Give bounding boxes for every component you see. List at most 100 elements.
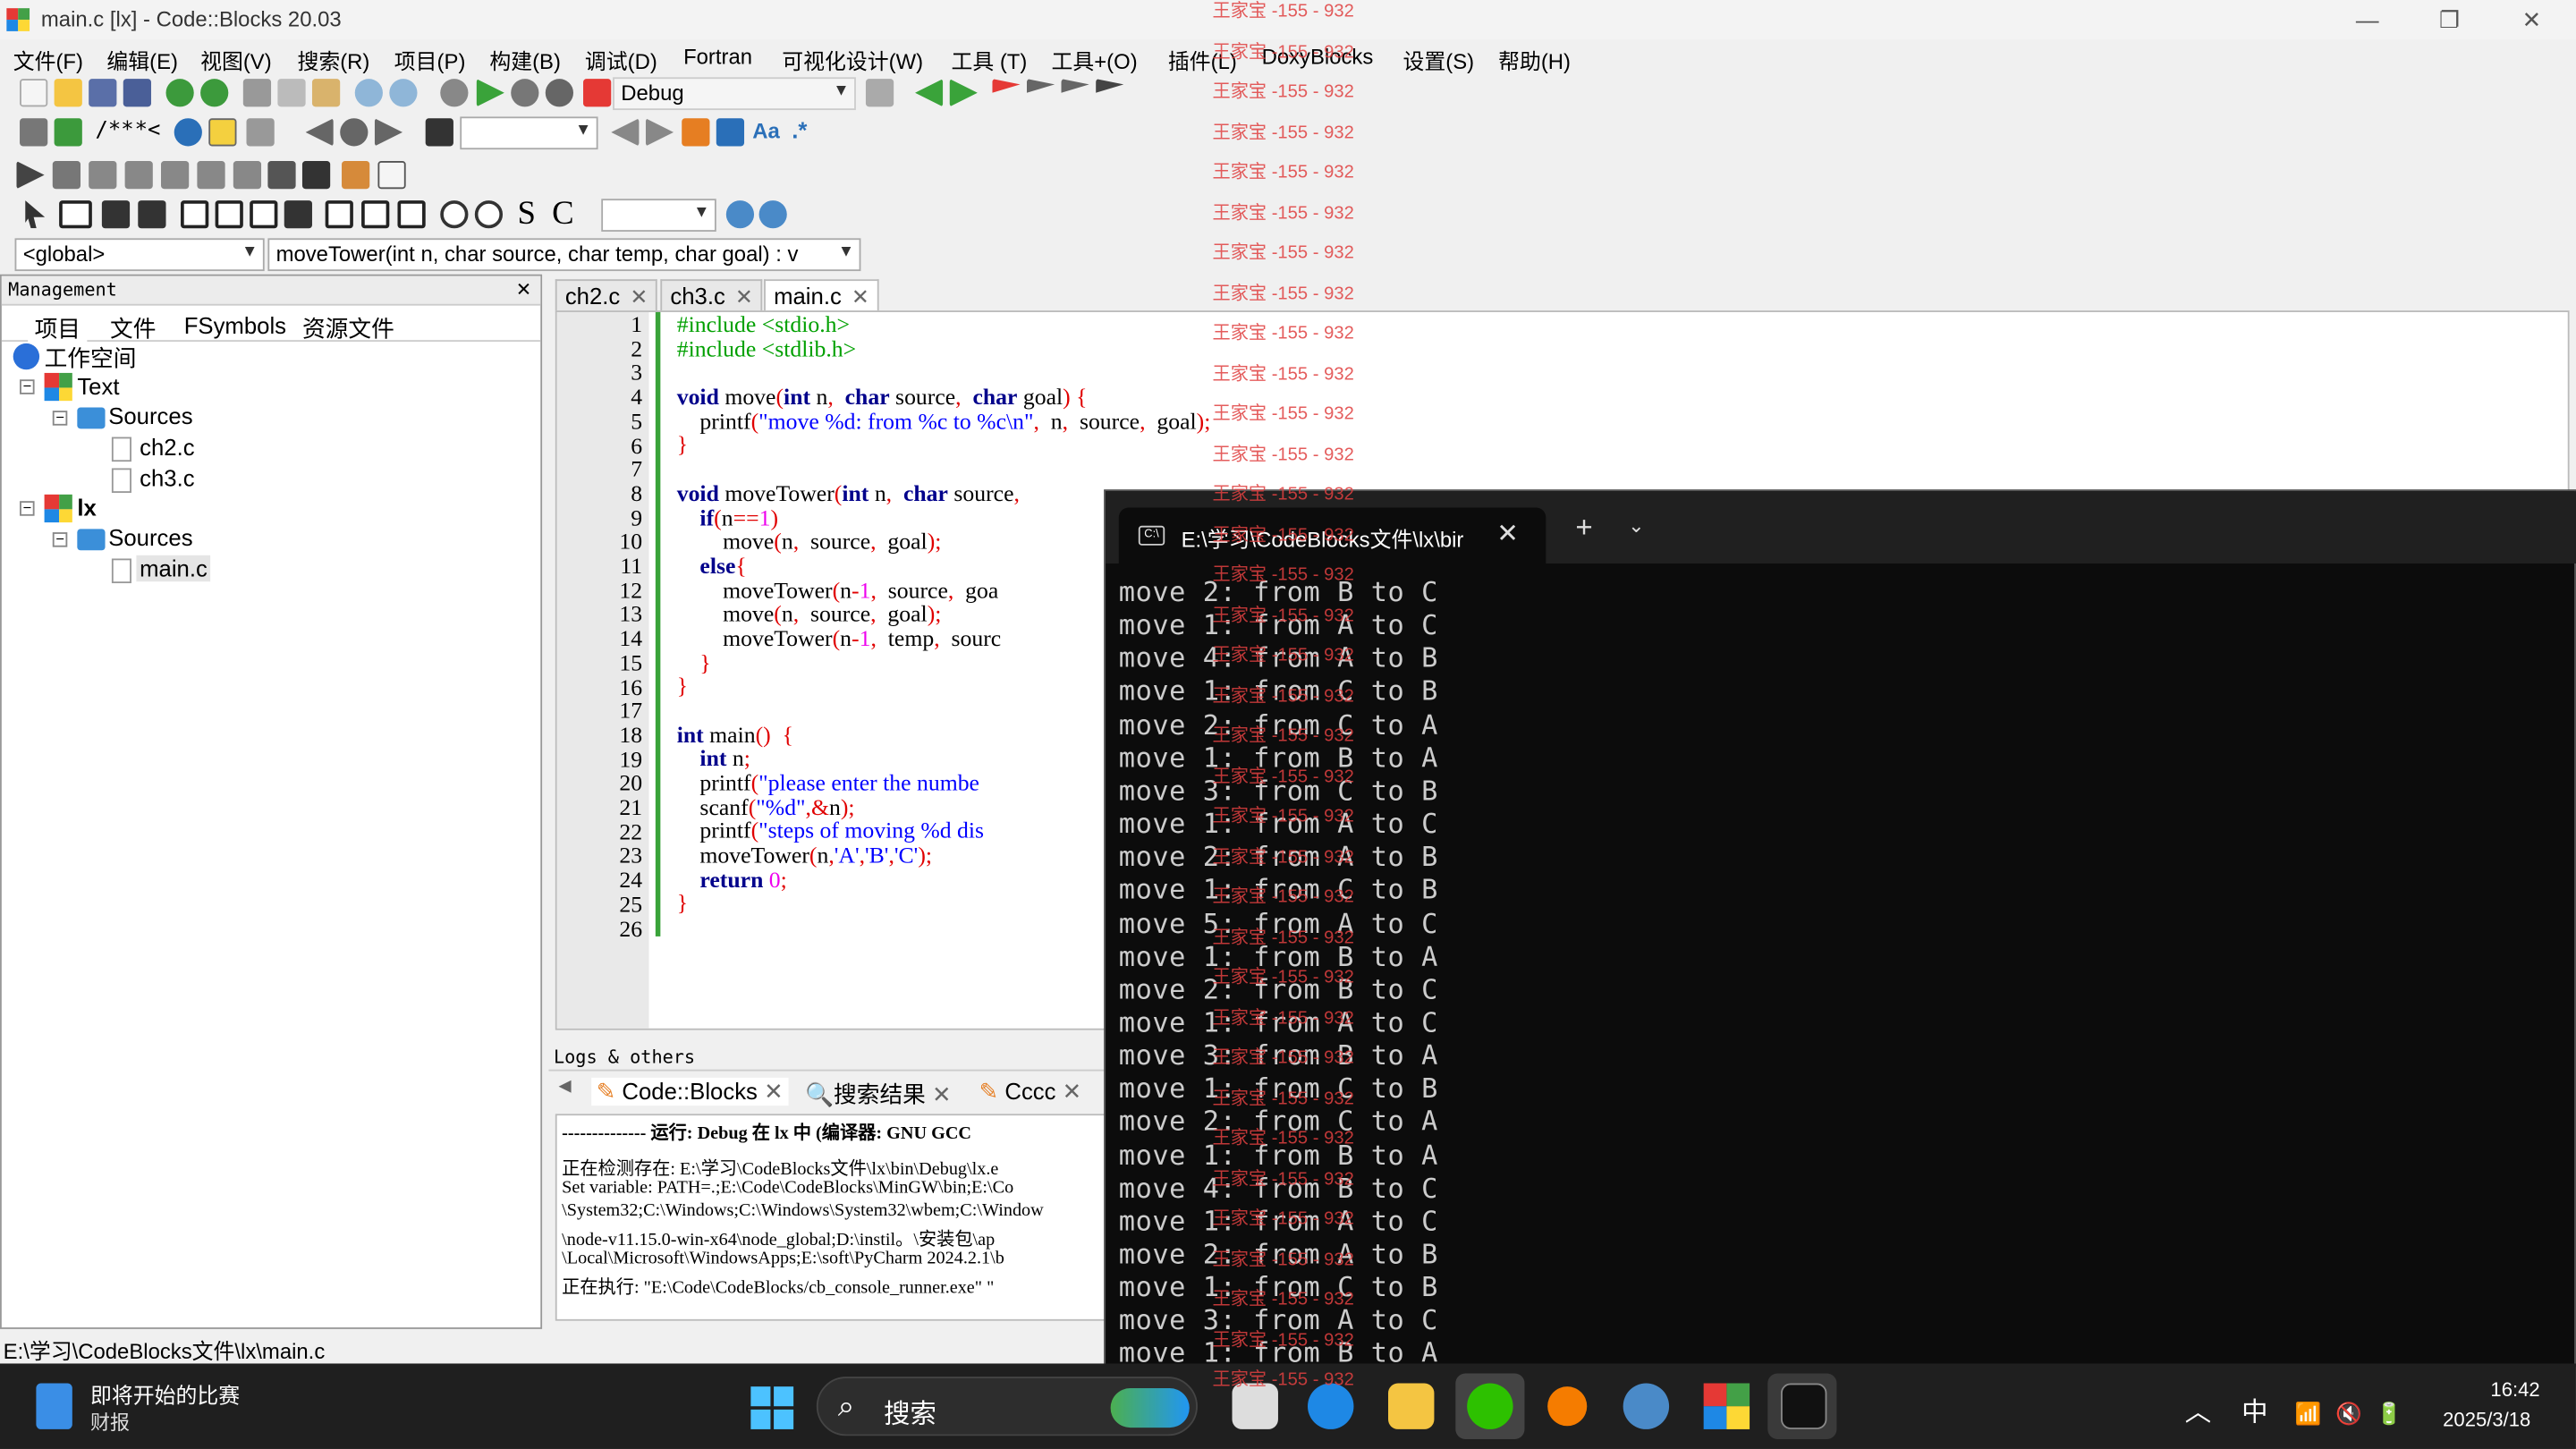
panel-b-icon[interactable] xyxy=(361,200,390,229)
close-icon[interactable]: ✕ xyxy=(932,1081,952,1107)
tree-file-ch2[interactable]: ch2.c xyxy=(140,434,194,460)
tab-ch2[interactable]: ch2.c ✕ xyxy=(555,279,658,312)
abort-icon[interactable] xyxy=(583,79,612,107)
close-icon[interactable]: ✕ xyxy=(517,276,530,302)
extract-docs-icon[interactable] xyxy=(54,118,82,147)
tab-projects[interactable]: 项目 xyxy=(28,311,88,345)
taskbar-search-box[interactable]: ⌕ 搜索 xyxy=(816,1377,1198,1436)
close-icon[interactable]: ✕ xyxy=(630,284,648,309)
find-icon[interactable] xyxy=(354,79,383,107)
replace-icon[interactable] xyxy=(389,79,418,107)
debug-info-icon[interactable] xyxy=(377,160,406,190)
menu-view[interactable]: 视图(V) xyxy=(200,45,272,76)
preview-icon[interactable] xyxy=(725,200,755,229)
tab-files[interactable]: 文件 xyxy=(110,312,156,345)
menu-tools[interactable]: 工具 (T) xyxy=(951,45,1027,76)
new-tab-icon[interactable]: + xyxy=(1575,511,1592,546)
close-icon[interactable]: ✕ xyxy=(735,284,753,309)
box-sizer-icon[interactable] xyxy=(181,200,209,229)
flex-sizer-icon[interactable] xyxy=(250,200,278,229)
step-into-icon[interactable] xyxy=(124,160,153,190)
sizer-c-button[interactable]: C xyxy=(552,196,574,233)
panel-a-icon[interactable] xyxy=(325,200,353,229)
quick-search-combo[interactable]: ▼ xyxy=(460,116,598,150)
menu-edit[interactable]: 编辑(E) xyxy=(106,45,178,76)
zoom-in-icon[interactable] xyxy=(440,200,469,229)
zoom-out-icon[interactable] xyxy=(474,200,504,229)
close-icon[interactable]: ✕ xyxy=(1496,518,1519,551)
pause-icon[interactable] xyxy=(267,160,296,190)
tree-workspace[interactable]: 工作空间 xyxy=(45,342,137,375)
close-window-button[interactable]: ✕ xyxy=(2499,4,2564,37)
step-instruction-icon[interactable] xyxy=(233,160,262,190)
open-folder-icon[interactable] xyxy=(54,79,82,107)
clock-time[interactable]: 16:42 xyxy=(2490,1378,2539,1402)
terminal-taskbar-icon[interactable] xyxy=(1780,1383,1827,1429)
wrench-icon[interactable] xyxy=(246,118,275,147)
tray-expand-icon[interactable]: ︿ xyxy=(2185,1400,2211,1428)
undo-icon[interactable] xyxy=(165,79,194,107)
maximize-button[interactable]: ❐ xyxy=(2417,4,2482,37)
debug-windows-icon[interactable] xyxy=(342,160,370,190)
jump-back-icon[interactable] xyxy=(915,79,944,107)
grid-sizer-icon[interactable] xyxy=(215,200,243,229)
log-tab-cccc[interactable]: ✎ Cccc ✕ xyxy=(979,1078,1082,1106)
wxsmith-combo[interactable]: ▼ xyxy=(601,199,716,232)
widget-b-icon[interactable] xyxy=(138,200,166,229)
wifi-icon[interactable]: 📶 xyxy=(2295,1402,2322,1427)
windows-start-icon[interactable] xyxy=(750,1386,794,1429)
app-swirl-icon[interactable] xyxy=(1547,1386,1588,1427)
tab-scroll-left-icon[interactable]: ◀ xyxy=(558,1078,571,1096)
close-search-icon[interactable] xyxy=(425,118,453,147)
redo-icon[interactable] xyxy=(200,79,229,107)
function-select[interactable]: moveTower(int n, char source, char temp,… xyxy=(267,238,861,272)
search-prev-icon[interactable] xyxy=(611,118,640,147)
battery-icon[interactable]: 🔋 xyxy=(2376,1402,2402,1427)
volume-muted-icon[interactable]: 🔇 xyxy=(2335,1402,2362,1427)
clock-date[interactable]: 2025/3/18 xyxy=(2443,1408,2530,1431)
nav-next-icon[interactable] xyxy=(374,118,402,147)
collapse-toggle-icon[interactable]: − xyxy=(52,531,68,547)
wechat-icon[interactable] xyxy=(1467,1383,1513,1429)
bookmark-toggle-icon[interactable] xyxy=(992,79,1021,93)
chevron-down-icon[interactable]: ⌄ xyxy=(1628,514,1644,538)
close-icon[interactable]: ✕ xyxy=(852,284,869,309)
bookmark-next-icon[interactable] xyxy=(1061,79,1089,93)
run-icon[interactable] xyxy=(476,79,504,107)
run-html-icon[interactable] xyxy=(174,118,202,147)
tree-project-text[interactable]: Text xyxy=(77,373,119,399)
news-widget-title[interactable]: 即将开始的比赛 xyxy=(90,1378,240,1410)
tab-ch3[interactable]: ch3.c ✕ xyxy=(660,279,763,312)
save-icon[interactable] xyxy=(89,79,117,107)
highlight-icon[interactable] xyxy=(682,118,710,147)
build-gear-icon[interactable] xyxy=(440,79,469,107)
static-sizer-icon[interactable] xyxy=(284,200,312,229)
step-out-icon[interactable] xyxy=(160,160,190,190)
news-widget-icon[interactable] xyxy=(36,1383,72,1429)
match-case-button[interactable]: Aa xyxy=(752,118,780,143)
help-icon[interactable] xyxy=(208,118,237,147)
copy-icon[interactable] xyxy=(277,79,306,107)
widget-a-icon[interactable] xyxy=(101,200,131,229)
run-to-cursor-icon[interactable] xyxy=(52,160,80,190)
new-file-icon[interactable] xyxy=(20,79,48,107)
collapse-toggle-icon[interactable]: − xyxy=(52,410,68,426)
tree-sources-lx[interactable]: Sources xyxy=(108,524,192,550)
close-icon[interactable]: ✕ xyxy=(764,1078,784,1104)
menu-settings[interactable]: 设置(S) xyxy=(1403,45,1475,76)
panel-c-icon[interactable] xyxy=(397,200,426,229)
scope-select[interactable]: <global> ▼ xyxy=(14,238,265,272)
bookmark-prev-icon[interactable] xyxy=(1026,79,1055,93)
debug-continue-icon[interactable] xyxy=(16,160,45,190)
paste-icon[interactable] xyxy=(311,79,341,107)
build-run-icon[interactable] xyxy=(511,79,539,107)
target-options-icon[interactable] xyxy=(865,79,894,107)
menu-build[interactable]: 构建(B) xyxy=(489,45,561,76)
save-all-icon[interactable] xyxy=(123,79,151,107)
menu-fortran[interactable]: Fortran xyxy=(683,45,752,70)
menu-file[interactable]: 文件(F) xyxy=(13,45,83,76)
jump-forward-icon[interactable] xyxy=(949,79,978,107)
tree-sources-text[interactable]: Sources xyxy=(108,402,192,428)
log-tab-search[interactable]: 🔍搜索结果 ✕ xyxy=(805,1078,952,1111)
nav-prev-icon[interactable] xyxy=(305,118,334,147)
